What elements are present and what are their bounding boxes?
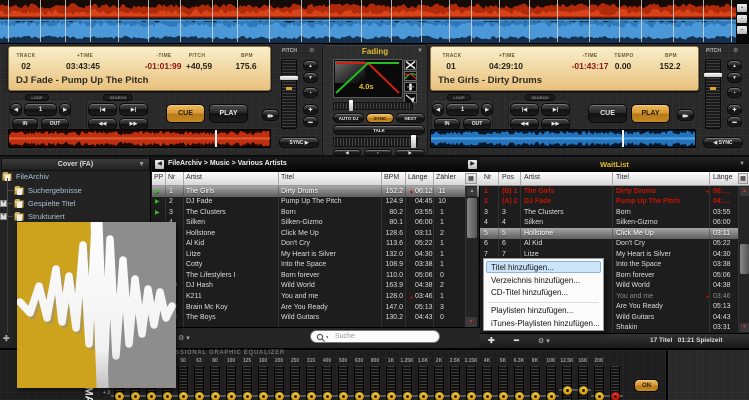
svg-text:4.0s: 4.0s (359, 82, 374, 91)
